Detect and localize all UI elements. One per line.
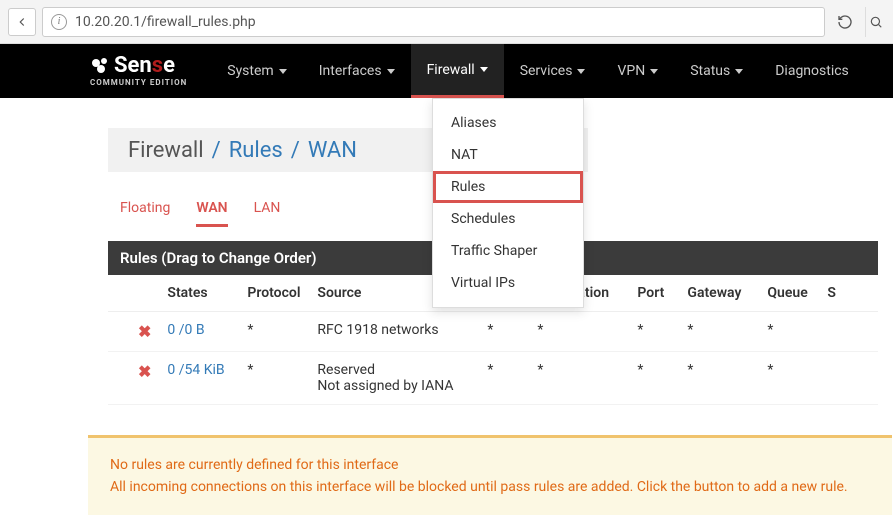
cell-s (819, 352, 878, 405)
logo[interactable]: Sense COMMUNITY EDITION (90, 55, 187, 87)
nav-label: Firewall (427, 62, 475, 78)
nav-item-status[interactable]: Status (674, 44, 759, 98)
dropdown-item-schedules[interactable]: Schedules (433, 203, 583, 235)
nav-label: Status (690, 63, 730, 79)
dropdown-item-rules[interactable]: Rules (433, 171, 583, 203)
info-icon: i (51, 14, 67, 30)
nav-label: VPN (617, 63, 645, 79)
dropdown-item-virtual-ips[interactable]: Virtual IPs (433, 267, 583, 299)
caret-down-icon (577, 69, 585, 74)
cell-source: RFC 1918 networks (309, 312, 479, 352)
nav-label: Services (520, 63, 573, 79)
dropdown-item-nat[interactable]: NAT (433, 139, 583, 171)
cell-s (819, 312, 878, 352)
cell-port1: * (479, 352, 529, 405)
caret-down-icon (650, 69, 658, 74)
tab-wan[interactable]: WAN (196, 200, 227, 227)
breadcrumb-part-firewall: Firewall (128, 138, 204, 163)
cell-gateway: * (679, 352, 759, 405)
states-link[interactable]: 0 /54 KiB (167, 362, 224, 378)
col-states: States (159, 275, 239, 312)
col-blank1 (108, 275, 130, 312)
cell-queue: * (759, 312, 819, 352)
cell-source: Reserved Not assigned by IANA (309, 352, 479, 405)
col-protocol: Protocol (239, 275, 309, 312)
cell-queue: * (759, 352, 819, 405)
nav-item-vpn[interactable]: VPN (601, 44, 674, 98)
cell-gateway: * (679, 312, 759, 352)
back-button[interactable] (8, 8, 36, 36)
nav-item-firewall[interactable]: Firewall (411, 44, 504, 98)
block-icon: ✖ (138, 322, 151, 341)
dropdown-item-traffic-shaper[interactable]: Traffic Shaper (433, 235, 583, 267)
dropdown-item-aliases[interactable]: Aliases (433, 107, 583, 139)
col-port2: Port (629, 275, 679, 312)
states-link[interactable]: 0 /0 B (167, 322, 204, 338)
cell-port1: * (479, 312, 529, 352)
nav-item-services[interactable]: Services (504, 44, 602, 98)
block-icon: ✖ (138, 362, 151, 381)
cell-protocol: * (239, 312, 309, 352)
address-bar[interactable]: i 10.20.20.1/firewall_rules.php (42, 7, 825, 37)
col-blank2 (130, 275, 159, 312)
url-text: 10.20.20.1/firewall_rules.php (75, 14, 256, 30)
cell-dest: * (529, 312, 629, 352)
nav-item-system[interactable]: System (211, 44, 302, 98)
logo-text-1: Sen (114, 55, 152, 77)
tab-lan[interactable]: LAN (254, 200, 281, 227)
nav-item-interfaces[interactable]: Interfaces (303, 44, 411, 98)
nav-label: System (227, 63, 273, 79)
browser-toolbar: i 10.20.20.1/firewall_rules.php (0, 0, 893, 44)
logo-subtitle: COMMUNITY EDITION (90, 79, 187, 87)
no-rules-alert: No rules are currently defined for this … (88, 435, 892, 515)
cell-port2: * (629, 352, 679, 405)
table-row[interactable]: ✖ 0 /54 KiB * Reserved Not assigned by I… (108, 352, 878, 405)
cell-blank (108, 312, 130, 352)
breadcrumb-separator: / (212, 138, 221, 163)
col-s: S (819, 275, 878, 312)
cell-port2: * (629, 312, 679, 352)
firewall-dropdown: Aliases NAT Rules Schedules Traffic Shap… (432, 98, 584, 308)
logo-text-3: e (163, 55, 175, 77)
breadcrumb-separator: / (291, 138, 300, 163)
nav-label: Diagnostics (775, 63, 849, 79)
col-gateway: Gateway (679, 275, 759, 312)
cell-blank (108, 352, 130, 405)
caret-down-icon (735, 69, 743, 74)
tab-floating[interactable]: Floating (120, 200, 170, 227)
top-navigation: Sense COMMUNITY EDITION System Interface… (0, 44, 893, 98)
table-row[interactable]: ✖ 0 /0 B * RFC 1918 networks * * * * * (108, 312, 878, 352)
reload-button[interactable] (831, 8, 859, 36)
col-queue: Queue (759, 275, 819, 312)
cell-dest: * (529, 352, 629, 405)
cell-protocol: * (239, 352, 309, 405)
caret-down-icon (387, 69, 395, 74)
breadcrumb-link-wan[interactable]: WAN (308, 138, 357, 163)
caret-down-icon (279, 69, 287, 74)
logo-icon (90, 57, 112, 75)
alert-line1: No rules are currently defined for this … (110, 454, 870, 476)
logo-text-2: s (152, 55, 163, 77)
nav-item-diagnostics[interactable]: Diagnostics (759, 44, 865, 98)
search-icon[interactable] (865, 7, 885, 37)
nav-label: Interfaces (319, 63, 382, 79)
alert-line2: All incoming connections on this interfa… (110, 476, 870, 498)
breadcrumb-link-rules[interactable]: Rules (229, 138, 283, 163)
caret-down-icon (480, 67, 488, 72)
